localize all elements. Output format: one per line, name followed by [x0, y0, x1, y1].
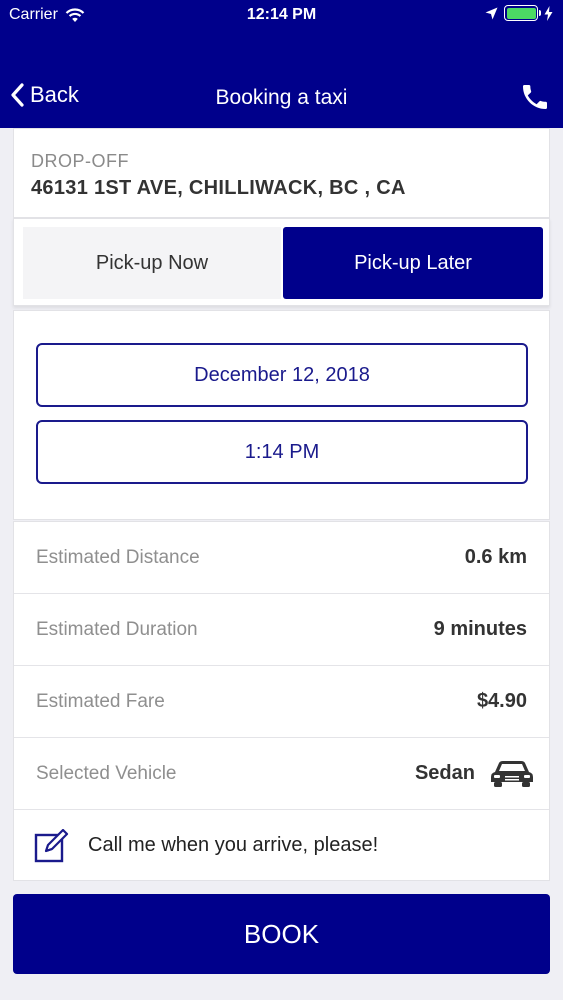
dropoff-address: 46131 1ST AVE, CHILLIWACK, BC , CA: [31, 177, 406, 199]
location-arrow-icon: [485, 7, 498, 19]
bolt-icon: [544, 5, 553, 21]
estimated-fare-row: Estimated Fare $4.90: [14, 666, 549, 738]
detail-value: $4.90: [476, 690, 527, 712]
navigation-header: Carrier 12:14 PM Back Booking a taxi: [0, 0, 563, 128]
status-time: 12:14 PM: [246, 6, 317, 23]
battery-level: [506, 7, 536, 19]
battery-icon: [504, 5, 541, 21]
trip-details: Estimated Distance 0.6 km Estimated Dura…: [13, 521, 550, 881]
schedule-section: December 12, 2018 1:14 PM: [13, 310, 550, 520]
call-button[interactable]: [519, 81, 551, 118]
detail-value: 0.6 km: [464, 546, 527, 568]
pickup-now-tab[interactable]: Pick-up Now: [23, 227, 281, 299]
detail-label: Estimated Distance: [36, 547, 200, 568]
driver-note-text: Call me when you arrive, please!: [88, 834, 379, 856]
status-bar: Carrier 12:14 PM: [0, 0, 563, 30]
status-indicators: [485, 5, 553, 21]
detail-label: Estimated Duration: [36, 619, 198, 640]
selected-vehicle-row[interactable]: Selected Vehicle Sedan: [14, 738, 549, 810]
vehicle-value: Sedan: [414, 762, 475, 784]
detail-label: Selected Vehicle: [36, 763, 177, 784]
time-picker-button[interactable]: 1:14 PM: [36, 420, 528, 484]
pickup-toggle: Pick-up Now Pick-up Later: [13, 218, 550, 306]
pickup-later-tab[interactable]: Pick-up Later: [283, 227, 543, 299]
page-title: Booking a taxi: [215, 86, 348, 109]
driver-note-row[interactable]: Call me when you arrive, please!: [14, 810, 549, 882]
estimated-duration-row: Estimated Duration 9 minutes: [14, 594, 549, 666]
date-picker-button[interactable]: December 12, 2018: [36, 343, 528, 407]
edit-note-icon: [34, 829, 69, 863]
car-icon: [491, 761, 533, 787]
detail-label: Estimated Fare: [36, 691, 165, 712]
estimated-distance-row: Estimated Distance 0.6 km: [14, 522, 549, 594]
phone-icon: [523, 85, 547, 109]
dropoff-label: DROP-OFF: [31, 151, 129, 171]
detail-value: 9 minutes: [433, 618, 527, 640]
book-button[interactable]: BOOK: [13, 894, 550, 974]
dropoff-section: DROP-OFF 46131 1ST AVE, CHILLIWACK, BC ,…: [13, 128, 550, 218]
